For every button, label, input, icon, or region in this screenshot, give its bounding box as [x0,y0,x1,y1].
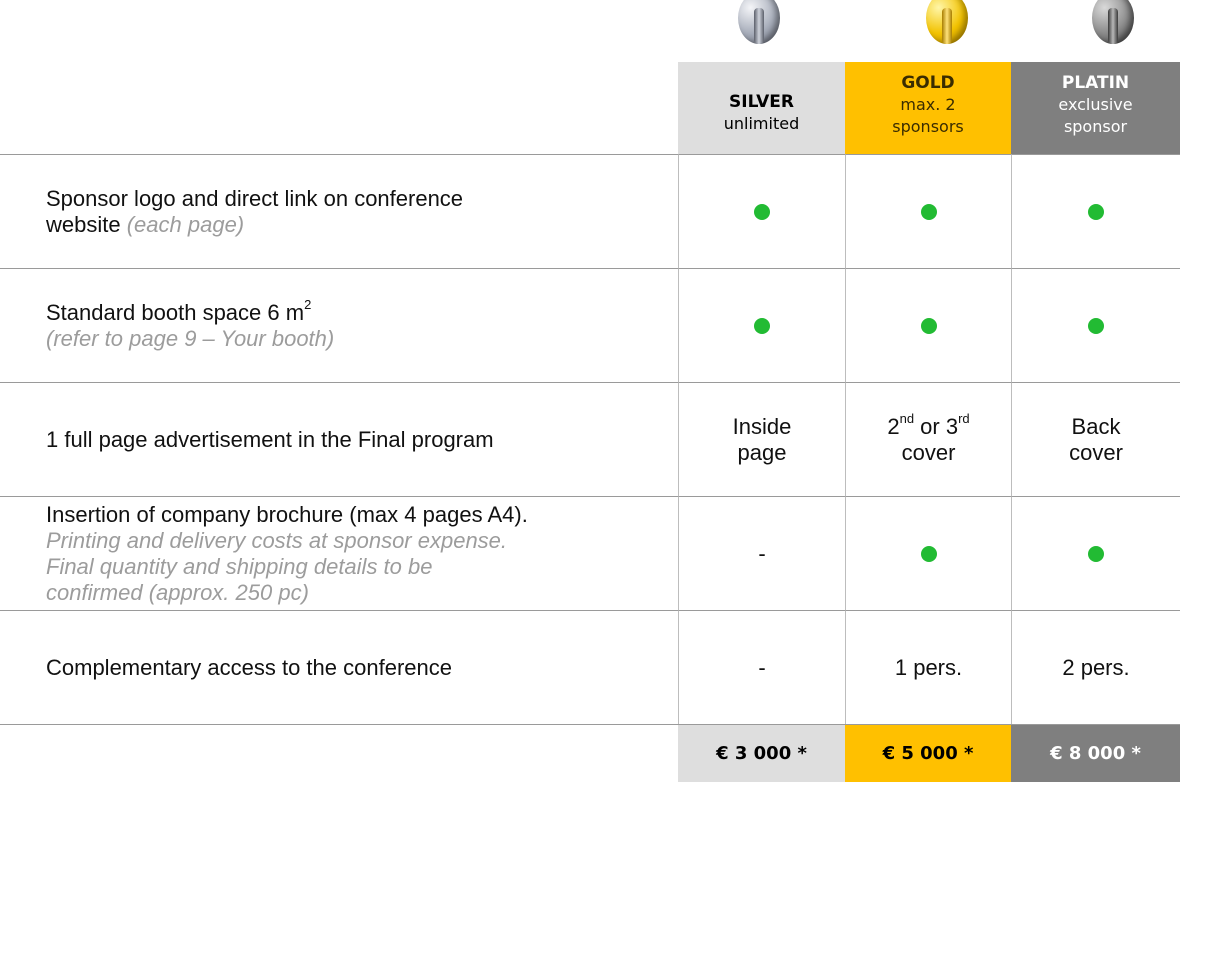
tier-title: SILVER [729,92,794,112]
cell-platin: Back cover [1011,382,1180,496]
value-sup: rd [958,411,970,427]
feature-text: Sponsor logo and direct link on conferen… [46,185,464,211]
feature-note: (each page) [126,211,245,237]
check-dot-icon [920,317,937,334]
value-text: - [758,654,766,680]
cell-silver: - [678,610,845,724]
silver-coin-icon [738,0,780,44]
tier-title: GOLD [901,73,955,93]
check-dot-icon [1088,203,1104,220]
cell-silver: - [678,496,845,610]
check-dot-icon [1088,317,1104,334]
check-dot-icon [754,317,770,334]
cell-gold [845,496,1011,610]
cell-platin [1011,268,1180,382]
cell-silver [678,154,845,268]
check-dot-icon [920,545,937,562]
tier-subtitle: exclusive sponsor [1058,95,1133,136]
check-dot-icon [1088,545,1104,562]
tier-header-gold: GOLD max. 2 sponsors [845,62,1011,154]
header-empty-cell [0,62,678,154]
tier-header-platin: PLATIN exclusive sponsor [1011,62,1180,154]
value-text: 2 pers. [1062,654,1130,680]
cell-platin [1011,154,1180,268]
value-text: cover [901,439,956,465]
value-text: cover [1069,439,1123,465]
value-text: 1 pers. [894,654,963,680]
feature-note: confirmed (approx. 250 pc) [46,579,309,605]
feature-label-access: Complementary access to the conference [0,610,678,724]
feature-text: Standard booth space 6 m [46,299,305,325]
platin-coin-icon [1092,0,1134,44]
price-platin: € 8 000 * [1011,724,1180,782]
gold-coin-icon [926,0,968,44]
feature-label-advertisement: 1 full page advertisement in the Final p… [0,382,678,496]
value-sup: nd [899,411,915,427]
feature-label-logo-link: Sponsor logo and direct link on conferen… [0,154,678,268]
value-text: 2 [887,413,900,439]
value-text: Inside [732,413,792,439]
cell-silver: Inside page [678,382,845,496]
value-text: or 3 [914,413,959,439]
price-text: € 3 000 * [716,743,807,764]
tier-subtitle: max. 2 sponsors [892,95,964,136]
value-text: page [737,439,787,465]
cell-platin [1011,496,1180,610]
cell-gold [845,268,1011,382]
value-text: Back [1071,413,1121,439]
price-text: € 8 000 * [1050,743,1141,764]
sponsorship-table: SILVER unlimited GOLD max. 2 sponsors PL… [0,62,1180,782]
cell-platin: 2 pers. [1011,610,1180,724]
feature-note: Printing and delivery costs at sponsor e… [46,527,508,553]
price-silver: € 3 000 * [678,724,845,782]
price-gold: € 5 000 * [845,724,1011,782]
feature-text: Complementary access to the conference [46,654,452,680]
cell-gold [845,154,1011,268]
feature-note: (refer to page 9 – Your booth) [46,325,335,351]
tier-title: PLATIN [1061,73,1130,93]
feature-label-booth: Standard booth space 6 m2 (refer to page… [0,268,678,382]
cell-gold: 1 pers. [845,610,1011,724]
tier-header-silver: SILVER unlimited [678,62,845,154]
feature-text: Insertion of company brochure (max 4 pag… [46,501,528,527]
price-row-empty-cell [0,724,678,782]
check-dot-icon [754,203,770,220]
check-dot-icon [920,203,937,220]
feature-text: website [46,211,121,237]
cell-gold: 2nd or 3rd cover [845,382,1011,496]
feature-text: 1 full page advertisement in the Final p… [46,426,494,452]
price-text: € 5 000 * [882,743,974,764]
value-text: - [758,540,766,566]
cell-silver [678,268,845,382]
feature-label-brochure: Insertion of company brochure (max 4 pag… [0,496,678,610]
feature-sup: 2 [304,297,312,313]
feature-note: Final quantity and shipping details to b… [46,553,433,579]
tier-subtitle: unlimited [723,114,800,133]
